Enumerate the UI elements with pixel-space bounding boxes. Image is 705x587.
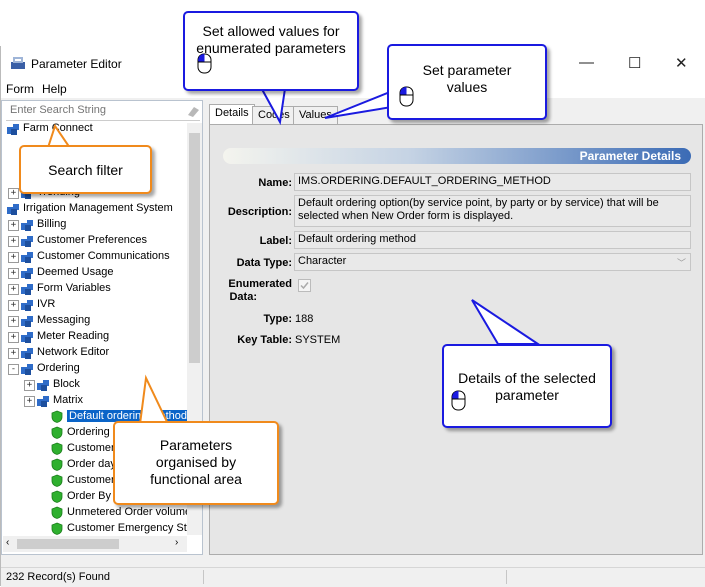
details-callout-text: Details of the selected parameter <box>458 370 596 403</box>
tree-callout-text: Parameters organised by functional area <box>150 437 242 487</box>
mouse-click-icon <box>197 53 212 74</box>
codes-callout-text: Set allowed values for enumerated parame… <box>196 23 346 56</box>
mouse-click-icon <box>451 390 466 411</box>
search-callout: Search filter <box>19 145 152 194</box>
search-callout-text: Search filter <box>48 162 123 178</box>
tree-callout: Parameters organised by functional area <box>113 421 279 505</box>
details-callout-tail <box>471 299 542 345</box>
values-callout: Set parameter values <box>387 44 547 120</box>
details-callout: Details of the selected parameter <box>442 344 612 428</box>
codes-callout: Set allowed values for enumerated parame… <box>183 11 359 91</box>
tree-callout-tail <box>138 374 170 425</box>
mouse-click-icon <box>399 86 414 107</box>
